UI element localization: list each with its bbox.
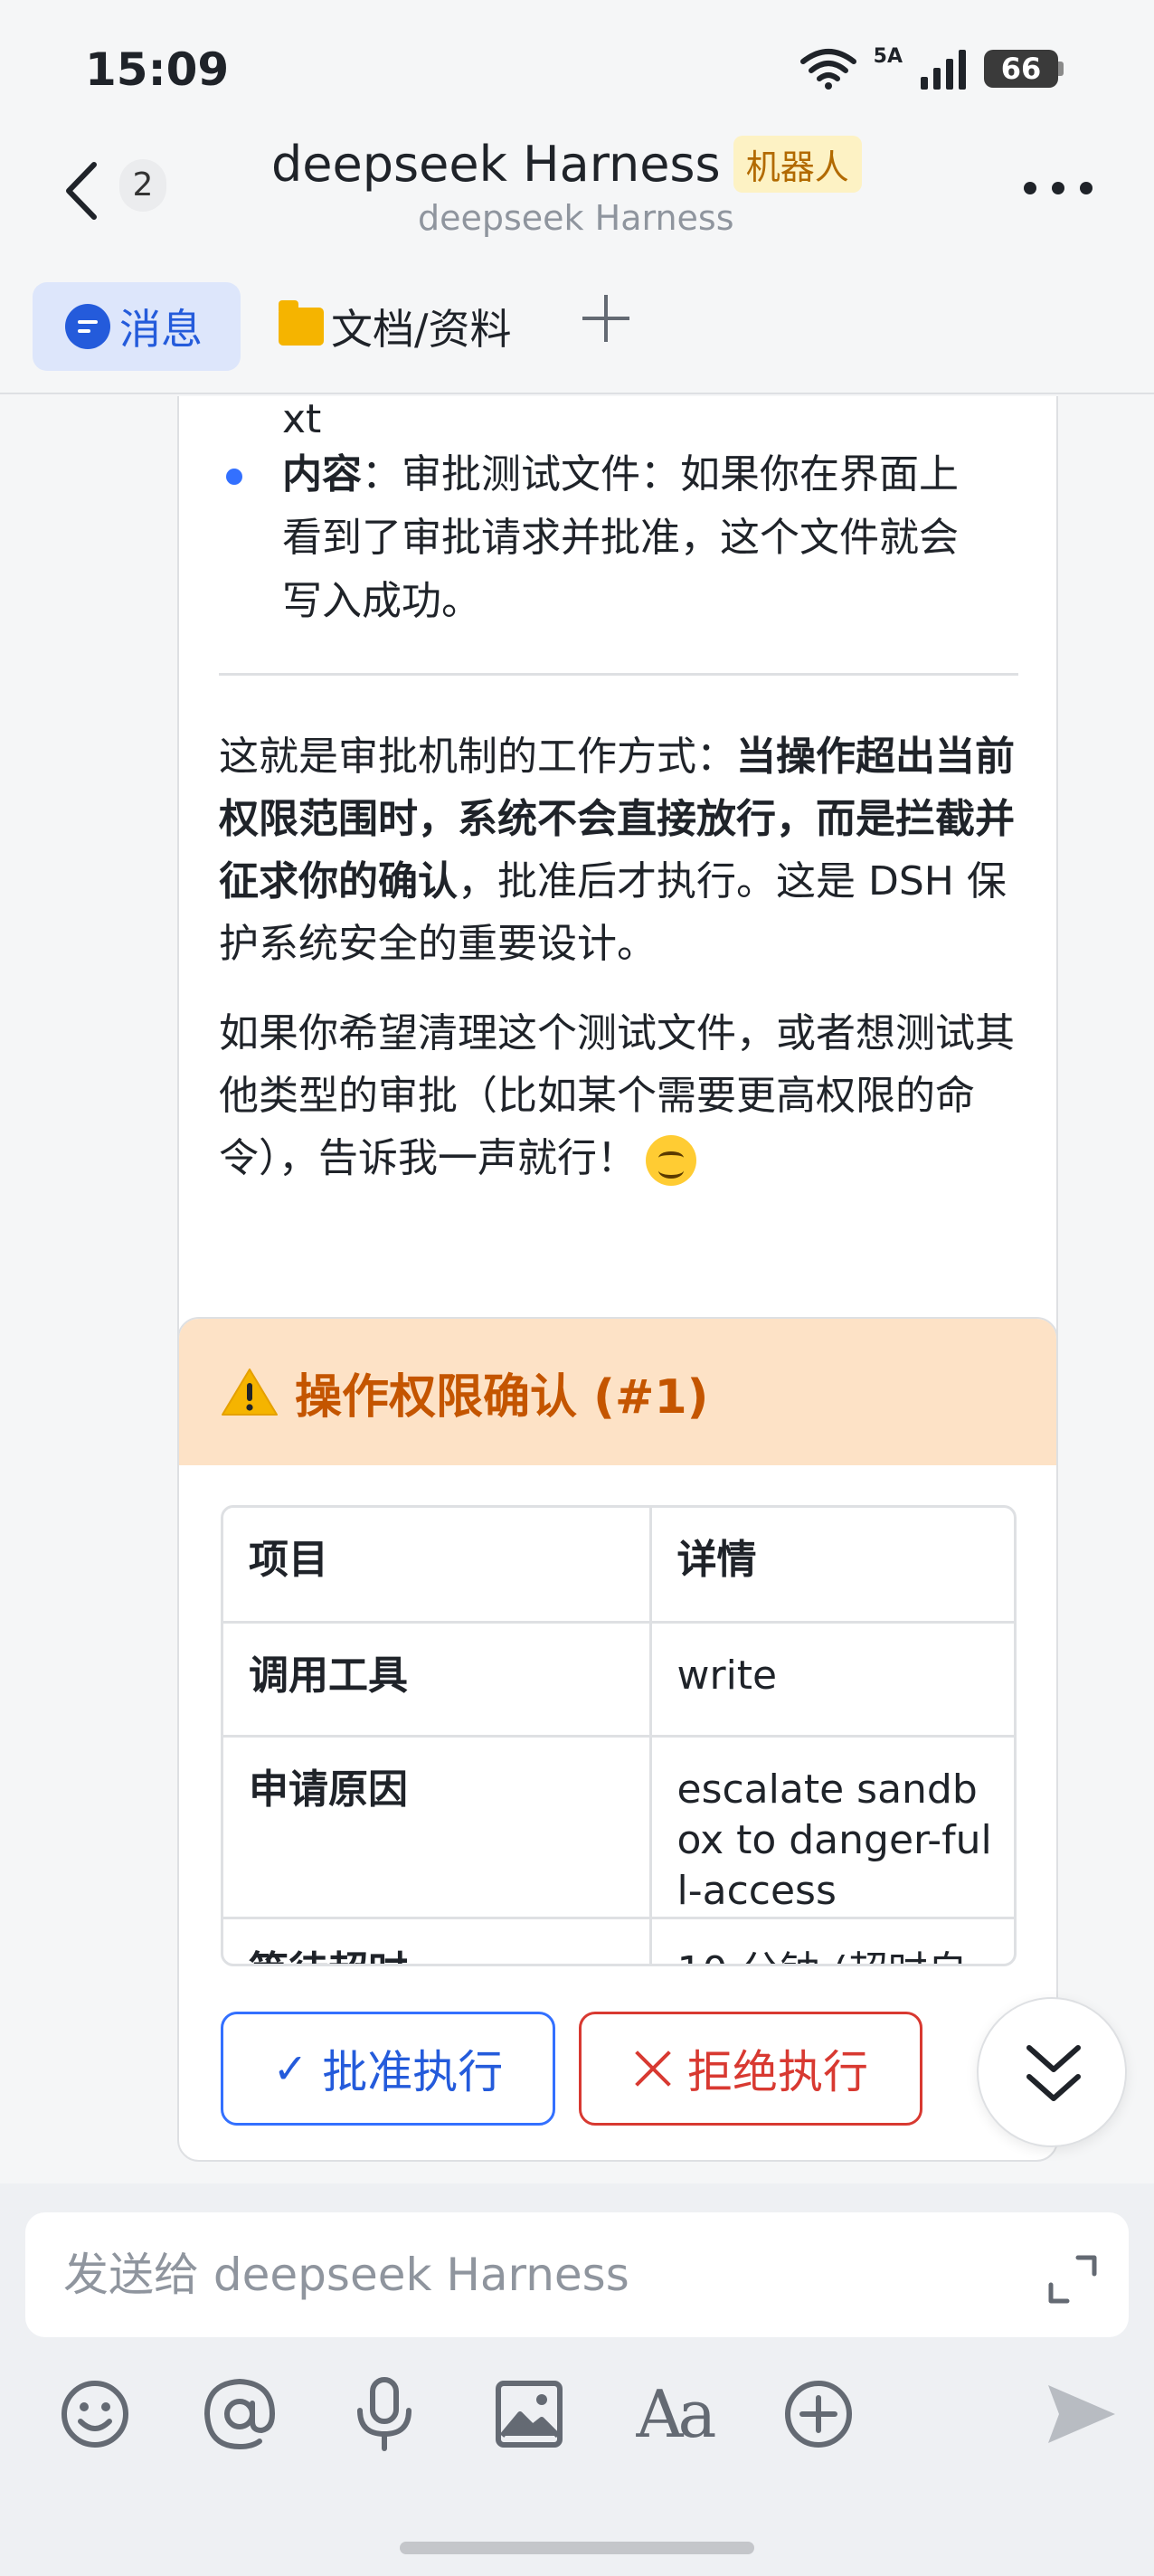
table-row: 等待超时 10 分钟 (超时自动拒绝) bbox=[223, 1916, 1014, 1964]
unread-count-badge[interactable]: 2 bbox=[119, 159, 166, 212]
table-header-row: 项目 详情 bbox=[223, 1508, 1014, 1624]
composer-toolbar: Aa bbox=[0, 2373, 1154, 2482]
approve-button-label: 批准执行 bbox=[322, 2046, 504, 2098]
scroll-to-bottom-button[interactable] bbox=[977, 1997, 1127, 2147]
table-cell-key: 等待超时 bbox=[223, 1916, 652, 1964]
send-icon[interactable] bbox=[1040, 2373, 1121, 2455]
emoji-icon[interactable] bbox=[54, 2373, 136, 2455]
composer: Aa bbox=[0, 2183, 1154, 2576]
close-icon bbox=[633, 2049, 673, 2088]
table-cell-value: escalate sandbox to danger-full-access bbox=[648, 1734, 1014, 1919]
tab-messages-label: 消息 bbox=[119, 305, 203, 354]
chat-subtitle: deepseek Harness bbox=[418, 198, 734, 238]
home-indicator bbox=[400, 2542, 754, 2554]
table-row: 调用工具 write bbox=[223, 1620, 1014, 1738]
bullet-dot bbox=[226, 469, 242, 485]
table-cell-value: 10 分钟 (超时自动拒绝) bbox=[648, 1916, 1014, 1964]
message-paragraph: 如果你希望清理这个测试文件，或者想测试其他类型的审批（比如某个需要更高权限的命令… bbox=[219, 1002, 1020, 1189]
status-icons: 5A 66 bbox=[799, 44, 1064, 90]
tab-docs-label: 文档/资料 bbox=[331, 305, 512, 354]
chat-tabs: 消息 文档/资料 bbox=[0, 271, 1154, 394]
more-options-icon[interactable] bbox=[1024, 179, 1093, 197]
tab-messages[interactable]: 消息 bbox=[33, 282, 241, 371]
add-icon[interactable] bbox=[778, 2373, 859, 2455]
table-cell-key: 调用工具 bbox=[223, 1620, 652, 1738]
bullet-text-block: 内容：审批测试文件：如果你在界面上看到了审批请求并批准，这个文件就会写入成功。 bbox=[282, 443, 977, 633]
back-icon[interactable] bbox=[60, 159, 105, 223]
approval-card: 操作权限确认 (#1) 项目 详情 调用工具 write 申请原因 escala… bbox=[177, 1317, 1058, 2162]
bot-tag: 机器人 bbox=[733, 136, 862, 193]
mention-icon[interactable] bbox=[199, 2373, 280, 2455]
chat-title: deepseek Harness bbox=[271, 136, 721, 193]
tab-docs[interactable]: 文档/资料 bbox=[279, 282, 512, 371]
network-type: 5A bbox=[873, 44, 903, 68]
divider bbox=[219, 673, 1018, 676]
paragraph-text: 如果你希望清理这个测试文件，或者想测试其他类型的审批（比如某个需要更高权限的命令… bbox=[219, 1010, 1015, 1181]
text-format-label: Aa bbox=[636, 2376, 717, 2452]
approve-button[interactable]: ✓ 批准执行 bbox=[221, 2012, 555, 2126]
approval-title: 操作权限确认 (#1) bbox=[295, 1369, 709, 1425]
battery-icon: 66 bbox=[984, 50, 1064, 88]
image-icon[interactable] bbox=[488, 2373, 570, 2455]
folder-icon bbox=[279, 300, 324, 346]
list-item: 内容：审批测试文件：如果你在界面上看到了审批请求并批准，这个文件就会写入成功。 bbox=[226, 443, 977, 633]
message-input-box[interactable] bbox=[25, 2212, 1129, 2337]
table-header-value: 详情 bbox=[648, 1508, 1014, 1624]
check-icon: ✓ bbox=[272, 2044, 308, 2093]
message-list[interactable]: xt 内容：审批测试文件：如果你在界面上看到了审批请求并批准，这个文件就会写入成… bbox=[0, 396, 1154, 2183]
reject-button[interactable]: 拒绝执行 bbox=[579, 2012, 922, 2126]
message-fragment: xt bbox=[282, 396, 322, 442]
status-time: 15:09 bbox=[85, 43, 230, 96]
table-cell-key: 申请原因 bbox=[223, 1734, 652, 1919]
chat-header: 2 deepseek Harness 机器人 deepseek Harness bbox=[0, 136, 1154, 271]
warning-icon bbox=[221, 1367, 279, 1417]
message-input[interactable] bbox=[63, 2243, 1022, 2306]
bullet-text: ：审批测试文件：如果你在界面上看到了审批请求并批准，这个文件就会写入成功。 bbox=[282, 451, 959, 624]
bullet-label: 内容 bbox=[282, 451, 362, 497]
expand-icon[interactable] bbox=[1045, 2252, 1100, 2306]
chat-title-block[interactable]: deepseek Harness 机器人 deepseek Harness bbox=[271, 136, 868, 238]
chat-icon bbox=[65, 304, 110, 349]
table-cell-value: write bbox=[648, 1620, 1014, 1738]
status-bar: 15:09 5A 66 bbox=[0, 0, 1154, 136]
text-format-icon[interactable]: Aa bbox=[633, 2373, 717, 2455]
battery-level: 66 bbox=[984, 50, 1058, 88]
signal-icon bbox=[919, 48, 968, 90]
table-row: 申请原因 escalate sandbox to danger-full-acc… bbox=[223, 1734, 1014, 1919]
wifi-icon bbox=[799, 47, 857, 90]
approval-details-table: 项目 详情 调用工具 write 申请原因 escalate sandbox t… bbox=[221, 1505, 1017, 1966]
table-header-key: 项目 bbox=[223, 1508, 652, 1624]
add-tab-icon[interactable] bbox=[582, 295, 629, 342]
paragraph-text: 这就是审批机制的工作方式： bbox=[219, 734, 736, 780]
double-chevron-down-icon bbox=[1026, 2045, 1081, 2101]
message-paragraph: 这就是审批机制的工作方式：当操作超出当前权限范围时，系统不会直接放行，而是拦截并… bbox=[219, 725, 1020, 975]
approval-card-header: 操作权限确认 (#1) bbox=[179, 1319, 1056, 1465]
microphone-icon[interactable] bbox=[344, 2373, 425, 2455]
reject-button-label: 拒绝执行 bbox=[687, 2046, 868, 2098]
smile-emoji-icon bbox=[646, 1135, 696, 1186]
